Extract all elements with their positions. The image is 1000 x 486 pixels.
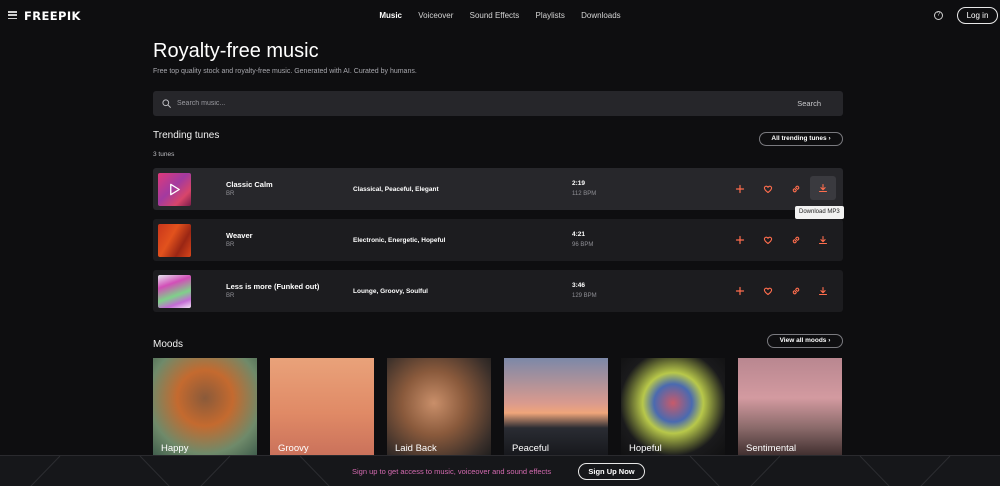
mood-label: Hopeful bbox=[629, 443, 662, 454]
track-row[interactable]: Less is more (Funked out) BR Lounge, Gro… bbox=[153, 270, 843, 312]
link-icon bbox=[792, 236, 800, 244]
download-tooltip: Download MP3 bbox=[795, 206, 844, 219]
tunes-count: 3 tunes bbox=[153, 151, 175, 158]
mood-label: Happy bbox=[161, 443, 189, 454]
add-button[interactable] bbox=[732, 181, 748, 197]
plus-icon bbox=[735, 286, 745, 296]
mood-card-groovy[interactable]: Groovy bbox=[270, 358, 374, 458]
link-icon bbox=[792, 287, 800, 295]
track-artist[interactable]: BR bbox=[226, 242, 234, 248]
nav-sound-effects[interactable]: Sound Effects bbox=[470, 11, 520, 20]
track-tags[interactable]: Electronic, Energetic, Hopeful bbox=[353, 237, 445, 244]
favorite-button[interactable] bbox=[760, 232, 776, 248]
all-trending-label: All trending tunes bbox=[771, 135, 827, 142]
help-icon[interactable]: ? bbox=[934, 11, 943, 20]
heart-icon bbox=[763, 185, 773, 194]
trending-title: Trending tunes bbox=[153, 130, 220, 141]
page-title: Royalty-free music bbox=[153, 40, 319, 62]
mood-label: Sentimental bbox=[746, 443, 797, 454]
download-icon bbox=[818, 235, 828, 245]
nav-downloads[interactable]: Downloads bbox=[581, 11, 621, 20]
mood-card-peaceful[interactable]: Peaceful bbox=[504, 358, 608, 458]
mood-label: Laid Back bbox=[395, 443, 437, 454]
plus-icon bbox=[735, 184, 745, 194]
track-duration: 4:21 bbox=[572, 231, 586, 238]
search-input[interactable] bbox=[177, 96, 767, 111]
track-bpm: 112 BPM bbox=[572, 191, 597, 197]
track-row[interactable]: Weaver BR Electronic, Energetic, Hopeful… bbox=[153, 219, 843, 261]
track-duration: 2:19 bbox=[572, 180, 586, 187]
chevron-right-icon: › bbox=[828, 337, 831, 344]
page-subtitle: Free top quality stock and royalty-free … bbox=[153, 68, 417, 75]
track-cover[interactable] bbox=[158, 173, 191, 206]
track-bpm: 96 BPM bbox=[572, 242, 594, 248]
track-title[interactable]: Classic Calm bbox=[226, 180, 273, 189]
nav-playlists[interactable]: Playlists bbox=[536, 11, 565, 20]
all-trending-button[interactable]: All trending tunes › bbox=[759, 132, 843, 146]
track-bpm: 129 BPM bbox=[572, 293, 597, 299]
download-button[interactable] bbox=[810, 176, 836, 200]
mood-label: Peaceful bbox=[512, 443, 549, 454]
mood-card-happy[interactable]: Happy bbox=[153, 358, 257, 458]
track-tags[interactable]: Lounge, Groovy, Soulful bbox=[353, 288, 428, 295]
heart-icon bbox=[763, 236, 773, 245]
track-cover[interactable] bbox=[158, 224, 191, 257]
search-bar: Search bbox=[153, 91, 843, 116]
search-icon bbox=[162, 99, 171, 108]
download-icon bbox=[818, 286, 828, 296]
track-title[interactable]: Weaver bbox=[226, 231, 253, 240]
chevron-right-icon: › bbox=[828, 135, 831, 142]
copy-link-button[interactable] bbox=[788, 283, 804, 299]
heart-icon bbox=[763, 287, 773, 296]
moods-title: Moods bbox=[153, 339, 184, 350]
download-button[interactable] bbox=[815, 283, 831, 299]
track-cover[interactable] bbox=[158, 275, 191, 308]
track-title[interactable]: Less is more (Funked out) bbox=[226, 282, 319, 291]
track-artist[interactable]: BR bbox=[226, 191, 234, 197]
mood-card-sentimental[interactable]: Sentimental bbox=[738, 358, 842, 458]
search-button[interactable]: Search bbox=[797, 99, 821, 108]
copy-link-button[interactable] bbox=[788, 232, 804, 248]
signup-banner: Sign up to get access to music, voiceove… bbox=[0, 455, 1000, 486]
nav-music[interactable]: Music bbox=[379, 11, 402, 20]
view-all-moods-button[interactable]: View all moods › bbox=[767, 334, 843, 348]
play-icon[interactable] bbox=[167, 182, 182, 197]
track-row[interactable]: Classic Calm BR Classical, Peaceful, Ele… bbox=[153, 168, 843, 210]
plus-icon bbox=[735, 235, 745, 245]
favorite-button[interactable] bbox=[760, 181, 776, 197]
track-artist[interactable]: BR bbox=[226, 293, 234, 299]
link-icon bbox=[792, 185, 800, 193]
add-button[interactable] bbox=[732, 283, 748, 299]
download-icon bbox=[818, 183, 828, 193]
top-navigation: FREEPIK Music Voiceover Sound Effects Pl… bbox=[0, 0, 1000, 30]
add-button[interactable] bbox=[732, 232, 748, 248]
track-tags[interactable]: Classical, Peaceful, Elegant bbox=[353, 186, 439, 193]
track-duration: 3:46 bbox=[572, 282, 586, 289]
download-button[interactable] bbox=[815, 232, 831, 248]
banner-text: Sign up to get access to music, voiceove… bbox=[352, 467, 552, 476]
mood-card-hopeful[interactable]: Hopeful bbox=[621, 358, 725, 458]
signup-button[interactable]: Sign Up Now bbox=[578, 463, 645, 480]
copy-link-button[interactable] bbox=[788, 181, 804, 197]
main-nav: Music Voiceover Sound Effects Playlists … bbox=[0, 11, 1000, 20]
mood-card-laid-back[interactable]: Laid Back bbox=[387, 358, 491, 458]
nav-voiceover[interactable]: Voiceover bbox=[418, 11, 453, 20]
view-all-moods-label: View all moods bbox=[779, 337, 827, 344]
login-button[interactable]: Log in bbox=[957, 7, 998, 24]
favorite-button[interactable] bbox=[760, 283, 776, 299]
mood-label: Groovy bbox=[278, 443, 309, 454]
